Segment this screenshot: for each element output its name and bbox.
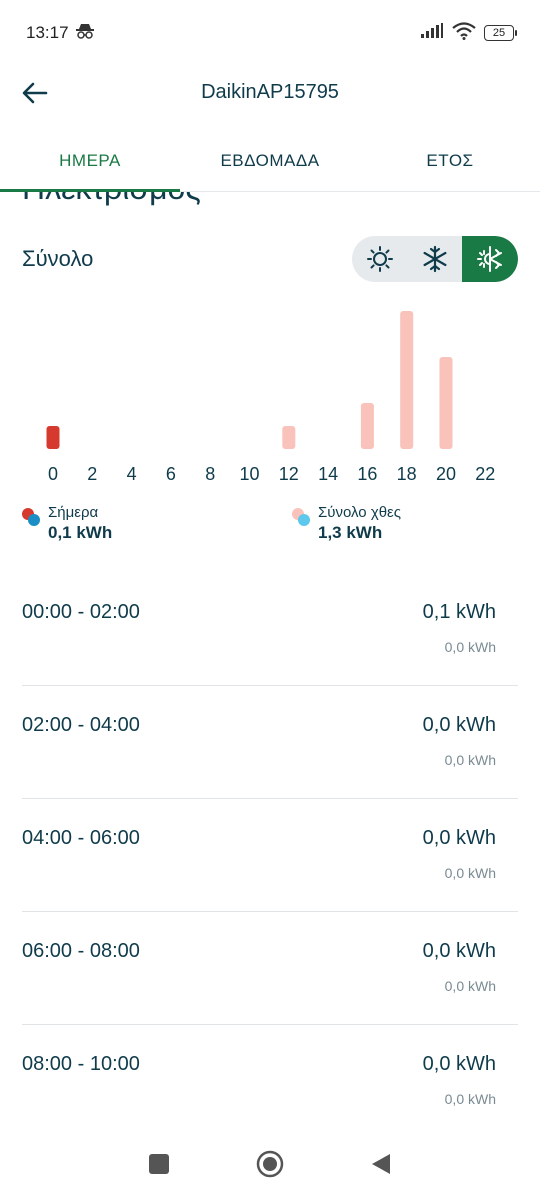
legend-yesterday-dot-b bbox=[298, 514, 310, 526]
energy-value: 0,0 kWh bbox=[422, 827, 496, 849]
battery-icon: 25 bbox=[484, 25, 517, 41]
status-bar: 13:17 25 bbox=[0, 0, 540, 66]
legend-today: Σήμερα 0,1 kWh bbox=[22, 504, 112, 544]
square-icon bbox=[149, 1154, 169, 1174]
chart-bar bbox=[46, 426, 60, 449]
legend-yesterday: Σύνολο χθες 1,3 kWh bbox=[292, 504, 401, 544]
legend-yesterday-dots bbox=[292, 508, 310, 526]
content-scroll-area[interactable]: Ηλεκτρισμός Σύνολο bbox=[0, 192, 540, 1133]
energy-comparison-value: 0,0 kWh bbox=[444, 752, 496, 768]
x-tick-label: 6 bbox=[166, 464, 176, 484]
back-nav-button[interactable] bbox=[370, 1152, 392, 1181]
legend-yesterday-label: Σύνολο χθες bbox=[318, 504, 401, 521]
energy-value: 0,0 kWh bbox=[422, 940, 496, 962]
legend-today-label: Σήμερα bbox=[48, 504, 99, 521]
page-title: DaikinAP15795 bbox=[201, 80, 339, 103]
system-nav-bar bbox=[0, 1133, 540, 1200]
sun-icon bbox=[366, 246, 393, 272]
chart-bar bbox=[360, 403, 374, 449]
time-range: 04:00 - 06:00 bbox=[22, 827, 140, 849]
mode-toggle bbox=[352, 236, 518, 282]
mode-total-button[interactable] bbox=[462, 236, 518, 282]
battery-level: 25 bbox=[492, 27, 506, 39]
section-title: Ηλεκτρισμός bbox=[22, 192, 201, 207]
consumption-list: 00:00 - 02:00 0,1 kWh 0,0 kWh 02:00 - 04… bbox=[22, 573, 518, 1133]
heat-cool-icon bbox=[477, 246, 502, 272]
x-tick-label: 18 bbox=[397, 464, 417, 484]
recents-button[interactable] bbox=[148, 1153, 170, 1180]
x-tick-label: 2 bbox=[87, 464, 97, 484]
energy-chart: 0 2 4 6 8 10 12 14 16 18 20 22 bbox=[0, 292, 540, 492]
chart-legend: Σήμερα 0,1 kWh Σύνολο χθες 1,3 kWh bbox=[22, 504, 518, 550]
list-item[interactable]: 04:00 - 06:00 0,0 kWh 0,0 kWh bbox=[22, 799, 518, 912]
back-button[interactable] bbox=[18, 76, 52, 110]
x-tick-label: 16 bbox=[357, 464, 377, 484]
home-button[interactable] bbox=[256, 1150, 284, 1183]
legend-today-dot-b bbox=[28, 514, 40, 526]
energy-value: 0,0 kWh bbox=[422, 714, 496, 736]
time-range: 08:00 - 10:00 bbox=[22, 1053, 140, 1075]
x-tick-label: 22 bbox=[475, 464, 495, 484]
time-range: 06:00 - 08:00 bbox=[22, 940, 140, 962]
mode-cooling-button[interactable] bbox=[407, 236, 462, 282]
legend-yesterday-value: 1,3 kWh bbox=[318, 523, 383, 542]
energy-value: 0,1 kWh bbox=[422, 601, 496, 623]
snowflake-icon bbox=[422, 245, 446, 273]
mode-heating-button[interactable] bbox=[352, 236, 407, 282]
x-tick-label: 10 bbox=[239, 464, 259, 484]
time-range: 00:00 - 02:00 bbox=[22, 601, 140, 623]
tab-year[interactable]: ΕΤΟΣ bbox=[360, 130, 540, 191]
app-bar: DaikinAP15795 bbox=[0, 66, 540, 118]
energy-value: 0,0 kWh bbox=[422, 1053, 496, 1075]
x-tick-label: 20 bbox=[436, 464, 456, 484]
energy-comparison-value: 0,0 kWh bbox=[444, 978, 496, 994]
chart-bar bbox=[439, 357, 453, 449]
legend-today-value: 0,1 kWh bbox=[48, 523, 113, 542]
period-tabs: ΗΜΕΡΑ ΕΒΔΟΜΑΔΑ ΕΤΟΣ bbox=[0, 130, 540, 192]
total-label: Σύνολο bbox=[22, 246, 94, 271]
signal-icon bbox=[420, 22, 444, 44]
legend-today-dots bbox=[22, 508, 40, 526]
x-tick-label: 12 bbox=[279, 464, 299, 484]
energy-comparison-value: 0,0 kWh bbox=[444, 865, 496, 881]
tab-week[interactable]: ΕΒΔΟΜΑΔΑ bbox=[180, 130, 360, 191]
wifi-icon bbox=[452, 21, 476, 45]
tab-day[interactable]: ΗΜΕΡΑ bbox=[0, 130, 180, 191]
chart-svg: 0 2 4 6 8 10 12 14 16 18 20 22 bbox=[46, 311, 495, 484]
triangle-back-icon bbox=[372, 1154, 390, 1174]
list-item[interactable]: 06:00 - 08:00 0,0 kWh 0,0 kWh bbox=[22, 912, 518, 1025]
home-circle-icon bbox=[256, 1150, 284, 1178]
chart-bar bbox=[400, 311, 414, 449]
list-item[interactable]: 02:00 - 04:00 0,0 kWh 0,0 kWh bbox=[22, 686, 518, 799]
list-item[interactable]: 00:00 - 02:00 0,1 kWh 0,0 kWh bbox=[22, 573, 518, 686]
time-range: 02:00 - 04:00 bbox=[22, 714, 140, 736]
x-tick-label: 4 bbox=[127, 464, 137, 484]
total-row: Σύνολο bbox=[22, 236, 518, 282]
arrow-left-icon bbox=[22, 82, 48, 104]
list-item[interactable]: 08:00 - 10:00 0,0 kWh 0,0 kWh bbox=[22, 1025, 518, 1133]
x-tick-label: 8 bbox=[205, 464, 215, 484]
status-time: 13:17 bbox=[26, 23, 69, 42]
x-tick-label: 0 bbox=[48, 464, 58, 484]
x-tick-label: 14 bbox=[318, 464, 338, 484]
chart-bar bbox=[282, 426, 296, 449]
energy-comparison-value: 0,0 kWh bbox=[444, 1091, 496, 1107]
incognito-icon bbox=[75, 23, 95, 44]
energy-comparison-value: 0,0 kWh bbox=[444, 639, 496, 655]
